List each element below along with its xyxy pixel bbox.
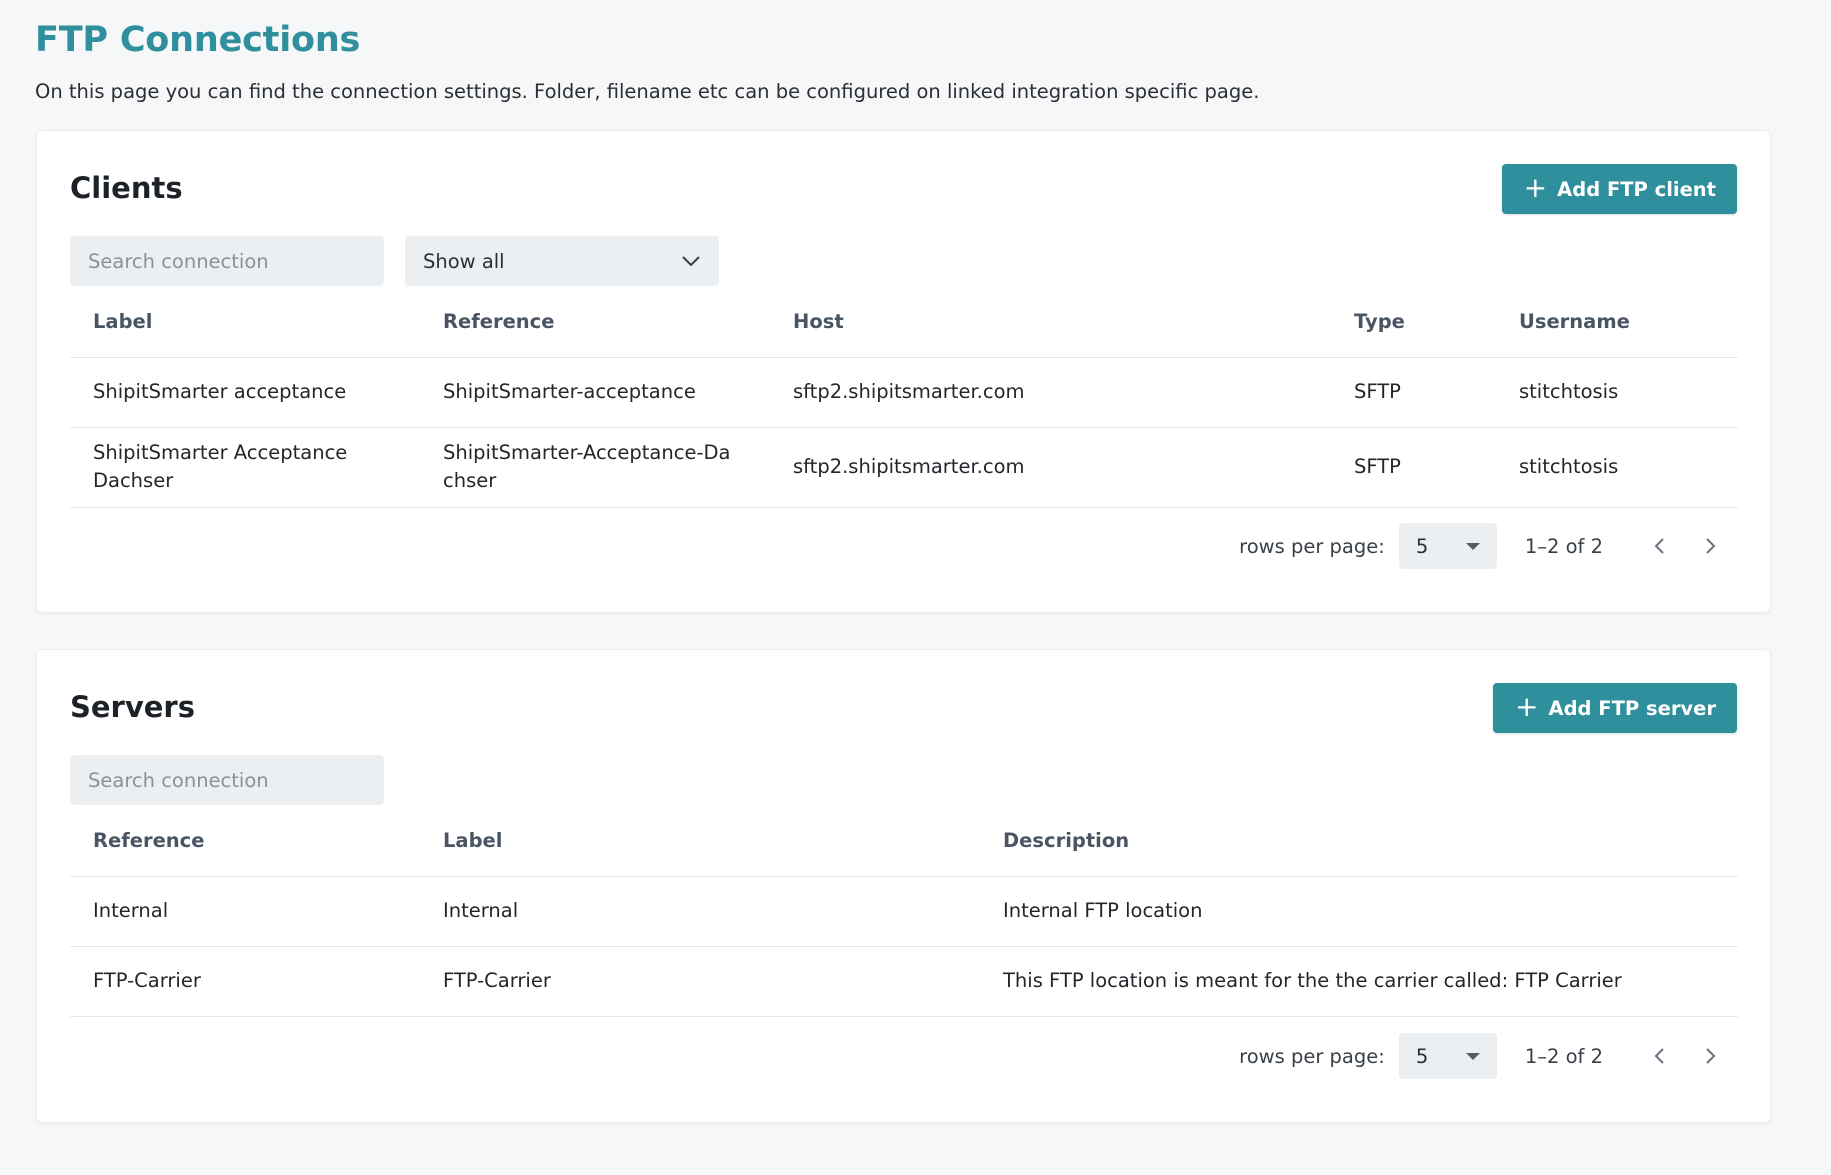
chevron-down-icon: [682, 256, 700, 267]
page-description: On this page you can find the connection…: [35, 80, 1260, 103]
col-header-username[interactable]: Username: [1496, 287, 1738, 358]
clients-filter-value: Show all: [423, 249, 505, 273]
clients-filter-select[interactable]: Show all: [405, 236, 719, 286]
rows-per-page-select[interactable]: 5: [1398, 523, 1497, 569]
rows-per-page-select[interactable]: 5: [1398, 1033, 1497, 1079]
plus-icon: +: [1515, 690, 1539, 723]
rows-per-page-value: 5: [1415, 534, 1429, 558]
cell-reference: FTP-Carrier: [70, 946, 420, 1017]
plus-icon: +: [1523, 171, 1548, 204]
add-ftp-client-button[interactable]: + Add FTP client: [1501, 164, 1737, 214]
pagination-range: 1–2 of 2: [1524, 534, 1603, 558]
chevron-left-icon: [1654, 538, 1664, 554]
clients-table: Label Reference Host Type Username Shipi…: [70, 287, 1738, 508]
cell-reference: ShipitSmarter-Acceptance-Dachser: [420, 427, 770, 508]
add-ftp-server-label: Add FTP server: [1548, 696, 1716, 720]
cell-username: stitchtosis: [1496, 357, 1738, 428]
next-page-button[interactable]: [1685, 523, 1737, 569]
cell-reference: Internal: [70, 876, 420, 947]
cell-description: Internal FTP location: [980, 876, 1738, 947]
cell-label: ShipitSmarter Acceptance Dachser: [70, 427, 420, 508]
next-page-button[interactable]: [1685, 1033, 1737, 1079]
cell-type: SFTP: [1331, 427, 1496, 508]
col-header-label[interactable]: Label: [420, 806, 980, 877]
clients-header-row: Label Reference Host Type Username: [70, 287, 1738, 358]
add-ftp-server-button[interactable]: + Add FTP server: [1493, 683, 1737, 733]
table-row[interactable]: FTP-Carrier FTP-Carrier This FTP locatio…: [70, 946, 1738, 1017]
rows-per-page-value: 5: [1415, 1044, 1429, 1068]
table-row[interactable]: ShipitSmarter acceptance ShipitSmarter-a…: [70, 357, 1738, 428]
clients-title: Clients: [70, 171, 183, 205]
add-ftp-client-label: Add FTP client: [1557, 177, 1716, 201]
prev-page-button[interactable]: [1633, 1033, 1685, 1079]
servers-table: Reference Label Description Internal Int…: [70, 806, 1738, 1017]
servers-card: Servers + Add FTP server Reference Label…: [36, 649, 1771, 1123]
clients-pagination: rows per page: 5 1–2 of 2: [1239, 523, 1737, 569]
col-header-reference[interactable]: Reference: [70, 806, 420, 877]
chevron-right-icon: [1706, 538, 1716, 554]
servers-title: Servers: [70, 690, 195, 724]
servers-pagination: rows per page: 5 1–2 of 2: [1239, 1033, 1737, 1079]
col-header-reference[interactable]: Reference: [420, 287, 770, 358]
cell-host: sftp2.shipitsmarter.com: [770, 427, 1331, 508]
cell-label: FTP-Carrier: [420, 946, 980, 1017]
table-row[interactable]: ShipitSmarter Acceptance Dachser ShipitS…: [70, 427, 1738, 508]
cell-reference: ShipitSmarter-acceptance: [420, 357, 770, 428]
rows-per-page-label: rows per page:: [1239, 534, 1385, 558]
clients-card: Clients + Add FTP client Show all Label …: [36, 130, 1771, 613]
caret-down-icon: [1465, 542, 1480, 550]
col-header-host[interactable]: Host: [770, 287, 1331, 358]
pagination-range: 1–2 of 2: [1524, 1044, 1603, 1068]
page-title: FTP Connections: [35, 20, 361, 60]
cell-host: sftp2.shipitsmarter.com: [770, 357, 1331, 428]
col-header-label[interactable]: Label: [70, 287, 420, 358]
col-header-description[interactable]: Description: [980, 806, 1738, 877]
page: FTP Connections On this page you can fin…: [0, 0, 1831, 1175]
col-header-type[interactable]: Type: [1331, 287, 1496, 358]
servers-header-row: Reference Label Description: [70, 806, 1738, 877]
cell-label: Internal: [420, 876, 980, 947]
clients-search-input[interactable]: [70, 236, 384, 286]
cell-description: This FTP location is meant for the the c…: [980, 946, 1738, 1017]
servers-search-input[interactable]: [70, 755, 384, 805]
caret-down-icon: [1465, 1052, 1480, 1060]
cell-type: SFTP: [1331, 357, 1496, 428]
table-row[interactable]: Internal Internal Internal FTP location: [70, 876, 1738, 947]
cell-label: ShipitSmarter acceptance: [70, 357, 420, 428]
rows-per-page-label: rows per page:: [1239, 1044, 1385, 1068]
cell-username: stitchtosis: [1496, 427, 1738, 508]
chevron-left-icon: [1654, 1048, 1664, 1064]
prev-page-button[interactable]: [1633, 523, 1685, 569]
chevron-right-icon: [1706, 1048, 1716, 1064]
